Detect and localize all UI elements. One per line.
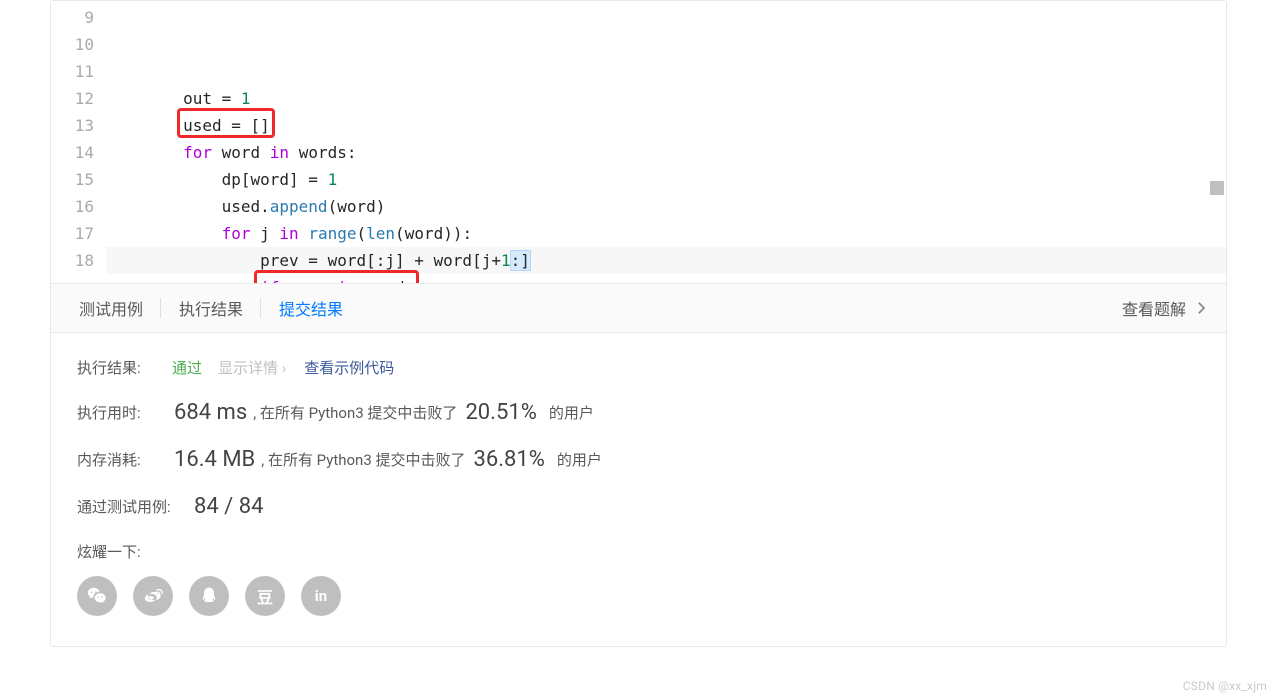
code-content[interactable]: out = 1 used = [] for word in words: dp[… [106, 1, 1226, 283]
exec-result-row: 执行结果: 通过 显示详情 › 查看示例代码 [77, 357, 1200, 378]
tab-submitresult[interactable]: 提交结果 [261, 284, 361, 332]
testcases-label: 通过测试用例: [77, 496, 192, 517]
exec-time-percent: 20.51% [465, 400, 536, 425]
exec-time-row: 执行用时: 684 ms , 在所有 Python3 提交中击败了 20.51%… [77, 400, 1200, 425]
chevron-right-icon [1192, 299, 1210, 317]
exec-result-label: 执行结果: [77, 357, 172, 378]
memory-row: 内存消耗: 16.4 MB , 在所有 Python3 提交中击败了 36.81… [77, 447, 1200, 472]
memory-value: 16.4 MB [174, 447, 255, 472]
example-code-link[interactable]: 查看示例代码 [304, 357, 394, 378]
view-solution-label: 查看题解 [1122, 296, 1186, 320]
tab-testcase[interactable]: 测试用例 [61, 284, 161, 332]
code-line-12[interactable]: dp[word] = 1 [106, 166, 1226, 193]
wechat-icon[interactable] [77, 576, 117, 616]
share-icons-row: 豆 in [77, 576, 1200, 616]
line-number-gutter: 9101112131415161718 [51, 1, 106, 283]
exec-time-suffix: 的用户 [549, 402, 594, 423]
main-container: 9101112131415161718 out = 1 used = [] fo… [50, 0, 1227, 647]
code-line-13[interactable]: used.append(word) [106, 193, 1226, 220]
testcases-value: 84 / 84 [194, 494, 263, 519]
watermark: CSDN @xx_xjm [1183, 679, 1267, 693]
result-tabs: 测试用例 执行结果 提交结果 查看题解 [51, 283, 1226, 333]
code-line-14[interactable]: for j in range(len(word)): [106, 220, 1226, 247]
memory-suffix: 的用户 [557, 449, 602, 470]
memory-label: 内存消耗: [77, 449, 172, 470]
memory-prefix: , 在所有 Python3 提交中击败了 [261, 449, 465, 470]
show-detail-link[interactable]: 显示详情 › [218, 357, 286, 378]
share-label: 炫耀一下: [77, 541, 172, 562]
status-pass: 通过 [172, 357, 202, 378]
code-line-16[interactable]: if prev in used: [106, 274, 1226, 283]
code-line-10[interactable]: used = [] [106, 112, 1226, 139]
result-panel: 执行结果: 通过 显示详情 › 查看示例代码 执行用时: 684 ms , 在所… [51, 333, 1226, 646]
code-line-9[interactable]: out = 1 [106, 85, 1226, 112]
exec-time-prefix: , 在所有 Python3 提交中击败了 [253, 402, 457, 423]
testcases-row: 通过测试用例: 84 / 84 [77, 494, 1200, 519]
view-solution-link[interactable]: 查看题解 [1122, 296, 1216, 320]
code-line-11[interactable]: for word in words: [106, 139, 1226, 166]
douban-icon[interactable]: 豆 [245, 576, 285, 616]
share-label-row: 炫耀一下: [77, 541, 1200, 562]
linkedin-icon[interactable]: in [301, 576, 341, 616]
code-editor[interactable]: 9101112131415161718 out = 1 used = [] fo… [51, 1, 1226, 283]
weibo-icon[interactable] [133, 576, 173, 616]
memory-percent: 36.81% [474, 447, 545, 472]
code-line-15[interactable]: prev = word[:j] + word[j+1:] [106, 247, 1226, 274]
exec-time-label: 执行用时: [77, 402, 172, 423]
qq-icon[interactable] [189, 576, 229, 616]
exec-time-value: 684 ms [174, 400, 247, 425]
tab-runresult[interactable]: 执行结果 [161, 284, 261, 332]
